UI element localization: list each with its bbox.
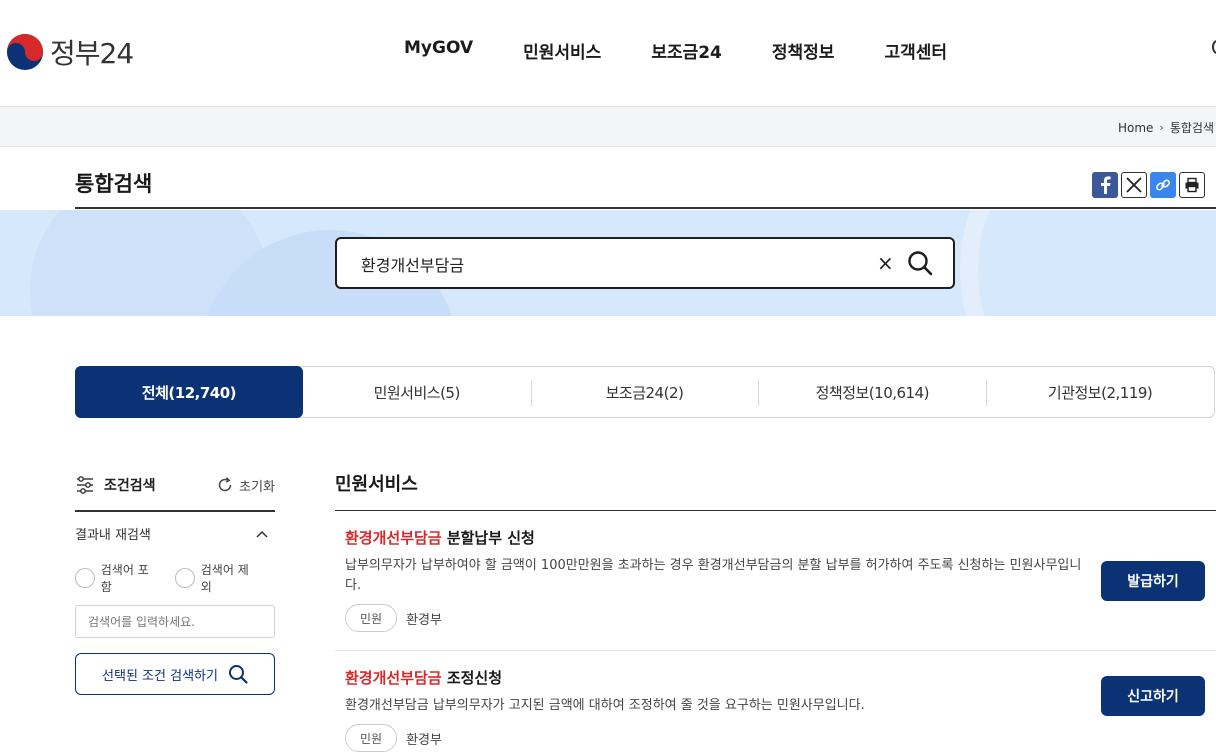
agency-name: 환경부 — [406, 612, 442, 628]
report-button[interactable]: 신고하기 — [1101, 676, 1205, 716]
page-title: 통합검색 — [75, 172, 153, 196]
include-keyword-label: 검색어 포함 — [100, 563, 149, 594]
agency-name: 환경부 — [406, 732, 442, 748]
refine-options: 검색어 포함 검색어 제외 — [75, 561, 275, 595]
nav-civil-service[interactable]: 민원서비스 — [523, 38, 601, 63]
taegeuk-logo-icon — [6, 33, 44, 71]
breadcrumb: Home › 통합검색 — [1118, 119, 1214, 136]
x-logo-icon — [1126, 177, 1142, 193]
header: 정부24 MyGOV 민원서비스 보조금24 정책정보 고객센터 — [0, 0, 1216, 106]
category-tag: 민원 — [345, 604, 398, 632]
apply-filter-button[interactable]: 선택된 조건 검색하기 — [75, 653, 275, 695]
chevron-right-icon: › — [1159, 121, 1164, 134]
category-tag: 민원 — [345, 724, 398, 752]
search-input[interactable] — [361, 253, 861, 275]
result-meta: 민원 환경부 — [345, 724, 1216, 752]
breadcrumb-current: 통합검색 — [1169, 121, 1214, 135]
exclude-keyword-radio[interactable]: 검색어 제외 — [175, 561, 259, 595]
include-keyword-radio[interactable]: 검색어 포함 — [75, 561, 159, 595]
facebook-icon — [1101, 176, 1111, 194]
search-icon[interactable] — [907, 250, 933, 276]
result-description: 납부의무자가 납부하여야 할 금액이 100만만원을 초과하는 경우 환경개선부… — [345, 558, 1082, 593]
tab-policy-info[interactable]: 정책정보(10,614) — [758, 367, 986, 417]
breadcrumb-home[interactable]: Home — [1118, 121, 1153, 135]
reset-button[interactable]: 초기화 — [217, 476, 275, 495]
section-title: 민원서비스 — [335, 474, 418, 495]
result-title-highlight: 환경개선부담금 — [345, 669, 442, 687]
tab-civil-service[interactable]: 민원서비스(5) — [303, 367, 531, 417]
nav-subsidy24[interactable]: 보조금24 — [651, 38, 722, 63]
link-icon — [1155, 179, 1171, 191]
x-share-button[interactable] — [1121, 172, 1147, 198]
issue-button[interactable]: 발급하기 — [1101, 561, 1205, 601]
filter-title: 조건검색 — [75, 475, 156, 495]
banner-decoration — [960, 210, 1216, 316]
sliders-icon — [77, 476, 93, 494]
search-box: × — [335, 237, 955, 289]
facebook-share-button[interactable] — [1092, 172, 1118, 198]
result-item: 환경개선부담금 분할납부 신청 납부의무자가 납부하여야 할 금액이 100만만… — [335, 511, 1216, 651]
result-meta: 민원 환경부 — [345, 604, 1216, 632]
tab-subsidy24[interactable]: 보조금24(2) — [530, 367, 759, 417]
refresh-icon — [218, 477, 232, 492]
result-item: 환경개선부담금 조정신청 환경개선부담금 납부의무자가 고지된 금액에 대하여 … — [335, 651, 1216, 756]
reset-label: 초기화 — [239, 479, 275, 495]
result-title[interactable]: 환경개선부담금 조정신청 — [345, 667, 1216, 688]
apply-filter-label: 선택된 조건 검색하기 — [102, 668, 218, 684]
filter-header: 조건검색 초기화 — [75, 470, 275, 500]
print-button[interactable] — [1179, 172, 1205, 198]
search-icon — [228, 665, 248, 684]
result-tabs: 전체(12,740) 민원서비스(5) 보조금24(2) 정책정보(10,614… — [75, 366, 1215, 418]
breadcrumb-bar: Home › 통합검색 — [0, 106, 1216, 147]
filter-sidebar: 조건검색 초기화 결과내 재검색 검색어 포함 검색어 제외 선택된 조건 검색… — [75, 470, 275, 695]
chevron-up-icon — [256, 530, 268, 538]
user-icon[interactable] — [1212, 40, 1216, 54]
share-buttons — [1092, 172, 1208, 198]
results-section: 민원서비스 환경개선부담금 분할납부 신청 납부의무자가 납부하여야 할 금액이… — [335, 470, 1216, 756]
logo[interactable]: 정부24 — [6, 32, 134, 72]
nav-mygov[interactable]: MyGOV — [404, 38, 473, 63]
result-title-rest: 분할납부 신청 — [441, 529, 535, 547]
result-description: 환경개선부담금 납부의무자가 고지된 금액에 대하여 조정하여 줄 것을 요구하… — [345, 698, 865, 713]
filter-divider — [75, 510, 275, 512]
tab-agency-info[interactable]: 기관정보(2,119) — [986, 367, 1214, 417]
printer-icon — [1185, 177, 1199, 193]
result-title[interactable]: 환경개선부담금 분할납부 신청 — [345, 527, 1216, 548]
refine-keyword-input[interactable] — [75, 605, 275, 638]
nav-customer-center[interactable]: 고객센터 — [884, 38, 947, 63]
result-title-highlight: 환경개선부담금 — [345, 529, 442, 547]
exclude-keyword-label: 검색어 제외 — [200, 563, 249, 594]
logo-text: 정부24 — [50, 37, 134, 70]
main-nav: MyGOV 민원서비스 보조금24 정책정보 고객센터 — [404, 38, 997, 63]
result-title-rest: 조정신청 — [441, 669, 503, 687]
tab-all[interactable]: 전체(12,740) — [75, 366, 303, 418]
radio-circle[interactable] — [175, 568, 195, 588]
refine-label: 결과내 재검색 — [75, 528, 151, 543]
search-banner: × — [0, 210, 1216, 316]
refine-section-toggle[interactable]: 결과내 재검색 — [75, 524, 275, 543]
filter-title-label: 조건검색 — [104, 478, 156, 494]
nav-policy-info[interactable]: 정책정보 — [772, 38, 835, 63]
title-divider — [75, 207, 1216, 209]
radio-circle[interactable] — [75, 568, 95, 588]
copy-link-button[interactable] — [1150, 172, 1176, 198]
clear-icon[interactable]: × — [877, 251, 894, 275]
